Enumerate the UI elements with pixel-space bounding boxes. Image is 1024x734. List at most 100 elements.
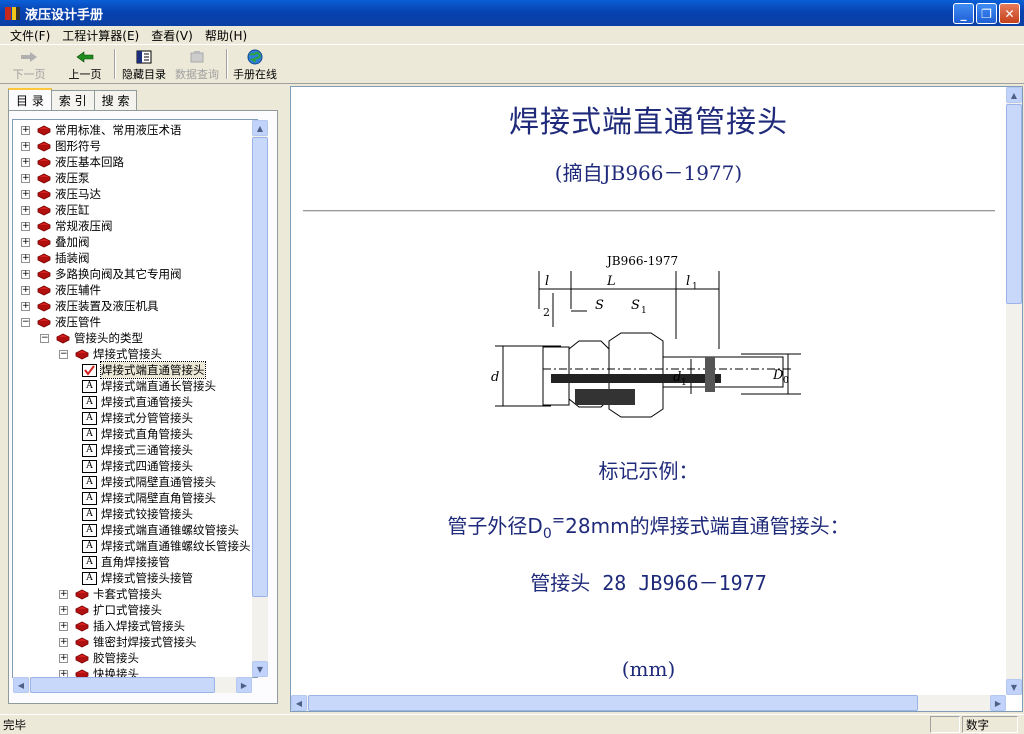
tree-horizontal-scrollbar[interactable]: ◀ ▶ (13, 677, 252, 693)
tree-item[interactable]: + 叠加阀 (21, 234, 90, 250)
tree-item[interactable]: + 扩口式管接头 (59, 602, 162, 618)
tree-item[interactable]: A 焊接式三通管接头 (78, 442, 193, 458)
collapse-icon[interactable]: − (21, 317, 30, 327)
menu-help[interactable]: 帮助(H) (199, 27, 253, 44)
collapse-icon[interactable]: − (40, 333, 49, 343)
close-button[interactable]: ✕ (999, 3, 1020, 24)
tree-item[interactable]: + 常用标准、常用液压术语 (21, 122, 182, 138)
expand-icon[interactable]: + (59, 621, 68, 631)
hide-toc-button[interactable]: 隐藏目录 (118, 46, 170, 82)
content-scroll-thumb[interactable] (1006, 104, 1022, 304)
tree-item[interactable]: + 锥密封焊接式管接头 (59, 634, 197, 650)
tree-item[interactable]: A 焊接式端直通锥螺纹管接头 (78, 522, 239, 538)
menu-calculator[interactable]: 工程计算器(E) (56, 27, 145, 44)
tree-item[interactable]: + 常规液压阀 (21, 218, 113, 234)
tree-item[interactable]: − 液压管件 (21, 314, 101, 330)
tree-item[interactable]: A 焊接式隔壁直通管接头 (78, 474, 216, 490)
tree-item[interactable]: A 焊接式管接头接管 (78, 570, 193, 586)
app-icon (4, 5, 21, 22)
tree-item[interactable]: + 图形符号 (21, 138, 101, 154)
data-query-button[interactable]: 数据查询 (170, 46, 224, 82)
hscroll-thumb[interactable] (30, 677, 215, 693)
tree-item[interactable]: A 焊接式隔壁直角管接头 (78, 490, 216, 506)
tree-vertical-scrollbar[interactable]: ▲ ▼ (252, 120, 268, 677)
tree-item[interactable]: A 焊接式铰接管接头 (78, 506, 193, 522)
book-icon (37, 157, 51, 168)
expand-icon[interactable]: + (21, 221, 30, 231)
tree-item[interactable]: A 焊接式直角管接头 (78, 426, 193, 442)
tree-item[interactable]: + 插装阀 (21, 250, 90, 266)
tree-item[interactable]: A 焊接式端直通锥螺纹长管接头 (78, 538, 251, 554)
content-scroll-down-button[interactable]: ▼ (1006, 679, 1022, 695)
expand-icon[interactable]: + (21, 301, 30, 311)
expand-icon[interactable]: + (21, 253, 30, 263)
expand-icon[interactable]: + (21, 205, 30, 215)
tree-item[interactable]: + 液压基本回路 (21, 154, 124, 170)
tree-item[interactable]: 焊接式端直通管接头 (78, 361, 206, 379)
restore-button[interactable]: ❐ (976, 3, 997, 24)
toolbar-separator (114, 49, 116, 79)
expand-icon[interactable]: + (21, 173, 30, 183)
tab-contents[interactable]: 目 录 (8, 88, 52, 110)
expand-icon[interactable]: + (21, 269, 30, 279)
tree-item[interactable]: A 焊接式分管管接头 (78, 410, 193, 426)
tree-item-label: 焊接式端直通锥螺纹长管接头 (101, 539, 251, 553)
online-manual-button[interactable]: 手册在线 (230, 46, 280, 82)
tree-item[interactable]: + 胶管接头 (59, 650, 139, 666)
expand-icon[interactable]: + (21, 125, 30, 135)
tree-item-label: 焊接式直通管接头 (101, 395, 193, 409)
content-pane: 焊接式端直通管接头 (摘自JB966－1977) JB966-1977 l L … (290, 86, 1023, 712)
next-page-button[interactable]: 下一页 (0, 46, 58, 82)
menu-file[interactable]: 文件(F) (4, 27, 56, 44)
minimize-button[interactable]: _ (953, 3, 974, 24)
tab-index[interactable]: 索 引 (50, 90, 95, 110)
page-title: 焊接式端直通管接头 (509, 105, 788, 140)
expand-icon[interactable]: + (21, 285, 30, 295)
scroll-up-button[interactable]: ▲ (252, 120, 268, 136)
tree-item-label: 液压基本回路 (55, 155, 124, 169)
tree-item[interactable]: A 焊接式直通管接头 (78, 394, 193, 410)
scroll-left-button[interactable]: ◀ (13, 677, 29, 693)
prev-page-button[interactable]: 上一页 (58, 46, 112, 82)
collapse-icon[interactable]: − (59, 349, 68, 359)
tab-search[interactable]: 搜 索 (93, 90, 138, 110)
tree-item[interactable]: + 液压辅件 (21, 282, 101, 298)
tree-item[interactable]: + 液压缸 (21, 202, 90, 218)
content-scroll-up-button[interactable]: ▲ (1006, 87, 1022, 103)
expand-icon[interactable]: + (21, 141, 30, 151)
tree-item[interactable]: + 卡套式管接头 (59, 586, 162, 602)
tree-item[interactable]: A 焊接式四通管接头 (78, 458, 193, 474)
tree-item[interactable]: A 焊接式端直通长管接头 (78, 378, 216, 394)
scroll-thumb[interactable] (252, 137, 268, 597)
page-icon: A (82, 379, 97, 393)
expand-icon[interactable]: + (21, 157, 30, 167)
page-icon: A (82, 539, 97, 553)
menu-view[interactable]: 查看(V) (145, 27, 199, 44)
content-scroll-left-button[interactable]: ◀ (291, 695, 307, 711)
expand-icon[interactable]: + (21, 189, 30, 199)
book-icon (37, 189, 51, 200)
toolbar-separator (226, 49, 228, 79)
expand-icon[interactable]: + (59, 589, 68, 599)
scroll-down-button[interactable]: ▼ (252, 661, 268, 677)
content-hscroll-thumb[interactable] (308, 695, 918, 711)
expand-icon[interactable]: + (59, 653, 68, 663)
tree-item[interactable]: − 焊接式管接头 (59, 346, 162, 362)
tree-item[interactable]: + 液压马达 (21, 186, 101, 202)
tree-item[interactable]: + 多路换向阀及其它专用阀 (21, 266, 182, 282)
drawing-standard-label: JB966-1977 (605, 254, 678, 268)
tree-item[interactable]: + 液压装置及液压机具 (21, 298, 159, 314)
scroll-right-button[interactable]: ▶ (236, 677, 252, 693)
tree-item-label: 焊接式直角管接头 (101, 427, 193, 441)
prev-page-label: 上一页 (68, 68, 102, 81)
tree-item[interactable]: A 直角焊接接管 (78, 554, 170, 570)
expand-icon[interactable]: + (59, 605, 68, 615)
content-horizontal-scrollbar[interactable]: ◀ ▶ (291, 695, 1006, 711)
content-vertical-scrollbar[interactable]: ▲ ▼ (1006, 87, 1022, 695)
expand-icon[interactable]: + (59, 637, 68, 647)
content-scroll-right-button[interactable]: ▶ (990, 695, 1006, 711)
expand-icon[interactable]: + (21, 237, 30, 247)
tree-item[interactable]: + 液压泵 (21, 170, 90, 186)
tree-item[interactable]: − 管接头的类型 (40, 330, 143, 346)
tree-item[interactable]: + 插入焊接式管接头 (59, 618, 185, 634)
